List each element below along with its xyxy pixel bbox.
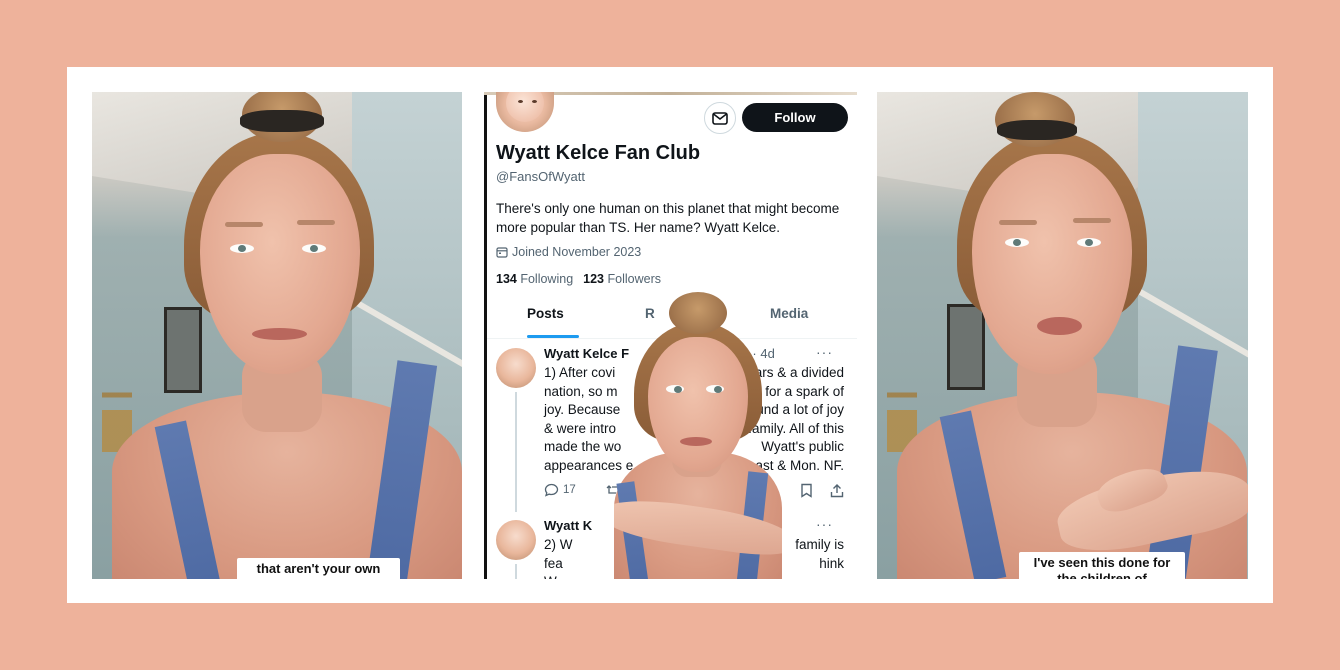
joined-date: Joined November 2023 (496, 245, 641, 259)
profile-bio: There's only one human on this planet th… (496, 201, 840, 235)
profile-name: Wyatt Kelce Fan Club (496, 142, 701, 164)
reply-icon (544, 483, 559, 497)
bookmark-button[interactable] (800, 483, 813, 498)
collage-card: that aren't your own and Follow Wyatt Ke… (67, 67, 1273, 603)
following-link[interactable]: 134 Following (496, 272, 573, 286)
share-icon (830, 484, 844, 498)
profile-handle: @FansOfWyatt (496, 169, 585, 184)
profile-avatar[interactable] (496, 92, 554, 132)
joined-text: Joined November 2023 (512, 245, 642, 259)
reply-button[interactable]: 17 (544, 483, 576, 497)
person (877, 92, 1248, 579)
follow-button[interactable]: Follow (742, 103, 848, 132)
mail-icon (712, 111, 728, 125)
left-video-frame: that aren't your own and (92, 92, 462, 579)
person (92, 92, 462, 579)
post-avatar[interactable] (496, 348, 536, 388)
twitter-profile-screenshot: Follow Wyatt Kelce Fan Club @FansOfWyatt… (484, 92, 857, 579)
right-video-frame: I've seen this done for the children of … (877, 92, 1248, 579)
post-avatar[interactable] (496, 520, 536, 560)
overlay-person-cutout (614, 282, 782, 579)
bookmark-icon (801, 483, 812, 498)
tab-posts[interactable]: Posts (527, 306, 564, 321)
share-button[interactable] (830, 483, 844, 498)
video-caption: that aren't your own and (237, 558, 400, 579)
calendar-icon (496, 247, 508, 258)
more-options-icon[interactable]: ··· (816, 516, 833, 532)
video-caption: I've seen this done for the children of … (1019, 552, 1185, 579)
more-options-icon[interactable]: ··· (816, 344, 833, 360)
active-tab-indicator (527, 335, 579, 338)
message-button[interactable] (704, 102, 736, 134)
